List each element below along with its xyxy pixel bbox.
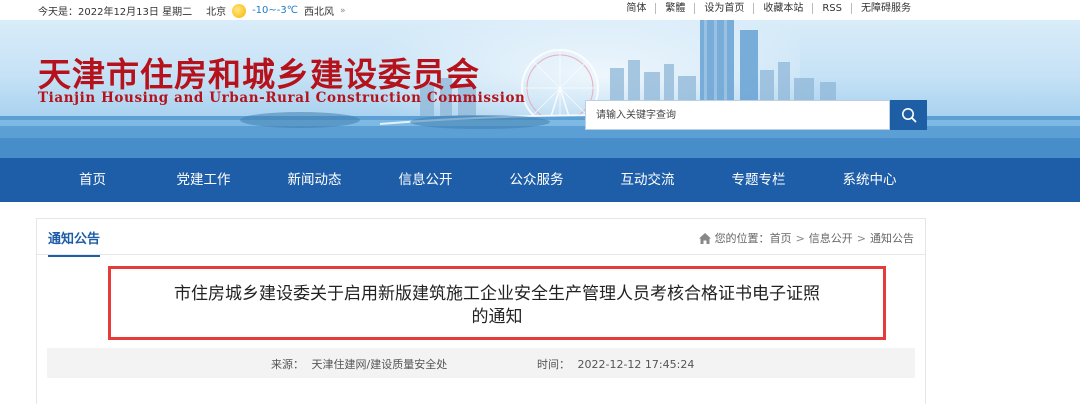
main-nav: 首页 党建工作 新闻动态 信息公开 公众服务 互动交流 专题专栏 系统中心 [0, 158, 1080, 202]
article-title-line-2: 的通知 [471, 307, 523, 327]
article-card: 通知公告 您的位置： 首页 > 信息公开 > 通知公告 市住房城乡建设委关于启用… [36, 218, 926, 404]
home-icon [698, 232, 711, 244]
link-simplified[interactable]: 简体 [617, 3, 655, 14]
headline-highlight-box: 市住房城乡建设委关于启用新版建筑施工企业安全生产管理人员考核合格证书电子证照 的… [108, 266, 886, 340]
nav-item-public-service[interactable]: 公众服务 [481, 158, 592, 202]
nav-item-news[interactable]: 新闻动态 [259, 158, 370, 202]
article-title-line-1: 市住房城乡建设委关于启用新版建筑施工企业安全生产管理人员考核合格证书电子证照 [174, 284, 820, 304]
link-bookmark[interactable]: 收藏本站 [753, 3, 812, 14]
site-title-english: Tianjin Housing and Urban-Rural Construc… [38, 90, 526, 106]
city-text: 北京 [206, 7, 227, 18]
top-info-bar: 今天是：2022年12月13日 星期二 北京 -10~-3℃ 西北风 » 简体 … [0, 0, 1080, 20]
search-button[interactable] [890, 100, 927, 130]
sun-icon [232, 3, 247, 18]
source-label: 来源： [271, 358, 304, 371]
site-banner: 天津市住房和城乡建设委员会 Tianjin Housing and Urban-… [0, 20, 1080, 158]
nav-item-party-building[interactable]: 党建工作 [148, 158, 259, 202]
article-meta: 来源： 天津住建网/建设质量安全处 时间： 2022-12-12 17:45:2… [47, 348, 915, 378]
link-rss[interactable]: RSS [812, 3, 851, 14]
article-time: 时间： 2022-12-12 17:45:24 [537, 356, 694, 372]
site-title: 天津市住房和城乡建设委员会 [38, 55, 480, 94]
nav-item-system-center[interactable]: 系统中心 [814, 158, 925, 202]
top-links: 简体 繁體 设为首页 收藏本站 RSS 无障碍服务 [617, 3, 920, 14]
time-value: 2022-12-12 17:45:24 [577, 358, 695, 371]
link-accessibility[interactable]: 无障碍服务 [851, 3, 920, 14]
source-value: 天津住建网/建设质量安全处 [311, 358, 448, 371]
search-icon [901, 108, 916, 123]
nav-item-special-topics[interactable]: 专题专栏 [703, 158, 814, 202]
time-label: 时间： [537, 358, 570, 371]
breadcrumb-separator: > [795, 231, 805, 245]
link-set-homepage[interactable]: 设为首页 [694, 3, 753, 14]
wind-text: 西北风 [304, 7, 334, 18]
weather-info: 今天是：2022年12月13日 星期二 北京 -10~-3℃ 西北风 » [38, 3, 352, 18]
link-traditional[interactable]: 繁體 [655, 3, 694, 14]
temperature-text: -10~-3℃ [252, 5, 298, 16]
article-title: 市住房城乡建设委关于启用新版建筑施工企业安全生产管理人员考核合格证书电子证照 的… [111, 283, 883, 329]
nav-item-home[interactable]: 首页 [37, 158, 148, 202]
breadcrumb-info-disclosure[interactable]: 信息公开 [809, 230, 853, 246]
breadcrumb-notices[interactable]: 通知公告 [870, 230, 914, 246]
search-bar [585, 100, 927, 130]
date-text: 今天是：2022年12月13日 星期二 [38, 7, 193, 18]
weather-more-icon[interactable]: » [340, 6, 346, 16]
search-input[interactable] [585, 100, 890, 130]
nav-item-info-disclosure[interactable]: 信息公开 [370, 158, 481, 202]
article-header: 通知公告 您的位置： 首页 > 信息公开 > 通知公告 [37, 219, 925, 257]
breadcrumb-home[interactable]: 首页 [770, 230, 792, 246]
article-source: 来源： 天津住建网/建设质量安全处 [271, 356, 447, 372]
breadcrumb: 您的位置： 首页 > 信息公开 > 通知公告 [698, 230, 914, 246]
section-title[interactable]: 通知公告 [48, 228, 101, 257]
breadcrumb-label: 您的位置： [714, 232, 770, 245]
nav-item-interaction[interactable]: 互动交流 [592, 158, 703, 202]
breadcrumb-separator: > [856, 231, 866, 245]
